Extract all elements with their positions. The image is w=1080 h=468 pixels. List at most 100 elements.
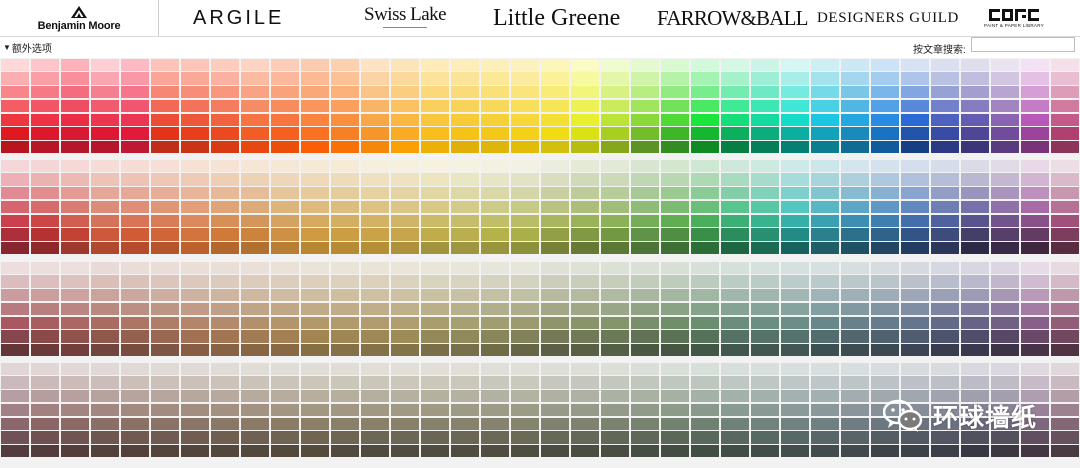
- color-swatch[interactable]: [600, 431, 630, 444]
- color-swatch[interactable]: [150, 228, 180, 241]
- color-swatch[interactable]: [1020, 127, 1050, 140]
- color-swatch[interactable]: [150, 343, 180, 357]
- color-swatch[interactable]: [330, 362, 360, 376]
- brand-designers-guild[interactable]: DESIGNERS GUILD: [817, 0, 959, 36]
- color-swatch[interactable]: [990, 58, 1020, 72]
- color-swatch[interactable]: [360, 376, 390, 389]
- color-swatch[interactable]: [270, 99, 300, 113]
- color-swatch[interactable]: [180, 86, 210, 99]
- color-swatch[interactable]: [150, 444, 180, 458]
- color-swatch[interactable]: [570, 376, 600, 389]
- color-swatch[interactable]: [120, 330, 150, 343]
- color-swatch[interactable]: [120, 362, 150, 376]
- color-swatch[interactable]: [60, 289, 90, 302]
- color-swatch[interactable]: [900, 275, 930, 288]
- color-swatch[interactable]: [210, 431, 240, 444]
- color-swatch[interactable]: [0, 376, 30, 389]
- color-swatch[interactable]: [870, 159, 900, 173]
- color-swatch[interactable]: [330, 390, 360, 403]
- color-swatch[interactable]: [120, 159, 150, 173]
- color-swatch[interactable]: [690, 316, 720, 329]
- color-swatch[interactable]: [150, 390, 180, 403]
- color-swatch[interactable]: [840, 241, 870, 255]
- color-swatch[interactable]: [690, 159, 720, 173]
- color-swatch[interactable]: [870, 113, 900, 126]
- color-swatch[interactable]: [600, 58, 630, 72]
- color-swatch[interactable]: [840, 261, 870, 275]
- color-swatch[interactable]: [420, 127, 450, 140]
- color-swatch[interactable]: [240, 431, 270, 444]
- color-swatch[interactable]: [540, 173, 570, 186]
- color-swatch[interactable]: [660, 72, 690, 85]
- color-swatch[interactable]: [660, 228, 690, 241]
- color-swatch[interactable]: [810, 173, 840, 186]
- color-swatch[interactable]: [690, 228, 720, 241]
- color-swatch[interactable]: [840, 200, 870, 214]
- color-swatch[interactable]: [510, 316, 540, 329]
- color-swatch[interactable]: [180, 261, 210, 275]
- color-swatch[interactable]: [840, 275, 870, 288]
- color-swatch[interactable]: [960, 362, 990, 376]
- color-swatch[interactable]: [1020, 275, 1050, 288]
- color-swatch[interactable]: [240, 159, 270, 173]
- color-swatch[interactable]: [240, 86, 270, 99]
- color-swatch[interactable]: [90, 159, 120, 173]
- color-swatch[interactable]: [1050, 316, 1080, 329]
- color-swatch[interactable]: [840, 417, 870, 430]
- color-swatch[interactable]: [840, 228, 870, 241]
- color-swatch[interactable]: [960, 113, 990, 126]
- color-swatch[interactable]: [630, 113, 660, 126]
- color-swatch[interactable]: [570, 444, 600, 458]
- color-swatch[interactable]: [330, 316, 360, 329]
- color-swatch[interactable]: [420, 376, 450, 389]
- color-swatch[interactable]: [180, 376, 210, 389]
- color-swatch[interactable]: [840, 403, 870, 417]
- color-swatch[interactable]: [210, 200, 240, 214]
- color-swatch[interactable]: [60, 431, 90, 444]
- color-swatch[interactable]: [30, 261, 60, 275]
- color-swatch[interactable]: [750, 127, 780, 140]
- color-swatch[interactable]: [810, 200, 840, 214]
- color-swatch[interactable]: [600, 86, 630, 99]
- color-swatch[interactable]: [360, 316, 390, 329]
- color-swatch[interactable]: [1050, 72, 1080, 85]
- color-swatch[interactable]: [1020, 302, 1050, 316]
- color-swatch[interactable]: [180, 275, 210, 288]
- color-swatch[interactable]: [960, 99, 990, 113]
- color-swatch[interactable]: [30, 316, 60, 329]
- color-swatch[interactable]: [630, 261, 660, 275]
- color-swatch[interactable]: [60, 417, 90, 430]
- color-swatch[interactable]: [90, 173, 120, 186]
- color-swatch[interactable]: [690, 417, 720, 430]
- color-swatch[interactable]: [780, 275, 810, 288]
- color-swatch[interactable]: [210, 187, 240, 200]
- color-swatch[interactable]: [840, 316, 870, 329]
- color-swatch[interactable]: [780, 417, 810, 430]
- color-swatch[interactable]: [450, 58, 480, 72]
- color-swatch[interactable]: [960, 214, 990, 227]
- color-swatch[interactable]: [960, 302, 990, 316]
- color-swatch[interactable]: [390, 302, 420, 316]
- color-swatch[interactable]: [750, 228, 780, 241]
- color-swatch[interactable]: [660, 343, 690, 357]
- color-swatch[interactable]: [390, 159, 420, 173]
- color-swatch[interactable]: [780, 173, 810, 186]
- color-swatch[interactable]: [570, 187, 600, 200]
- color-swatch[interactable]: [90, 431, 120, 444]
- color-swatch[interactable]: [330, 99, 360, 113]
- color-swatch[interactable]: [720, 376, 750, 389]
- brand-cole-son[interactable]: PAINT & PAPER LIBRARY: [984, 0, 1044, 36]
- color-swatch[interactable]: [450, 113, 480, 126]
- color-swatch[interactable]: [990, 228, 1020, 241]
- color-swatch[interactable]: [180, 302, 210, 316]
- color-swatch[interactable]: [90, 72, 120, 85]
- color-swatch[interactable]: [1020, 173, 1050, 186]
- color-swatch[interactable]: [720, 403, 750, 417]
- color-swatch[interactable]: [1050, 343, 1080, 357]
- color-swatch[interactable]: [60, 390, 90, 403]
- color-swatch[interactable]: [360, 228, 390, 241]
- color-swatch[interactable]: [180, 362, 210, 376]
- color-swatch[interactable]: [720, 390, 750, 403]
- color-swatch[interactable]: [630, 86, 660, 99]
- color-swatch[interactable]: [1020, 159, 1050, 173]
